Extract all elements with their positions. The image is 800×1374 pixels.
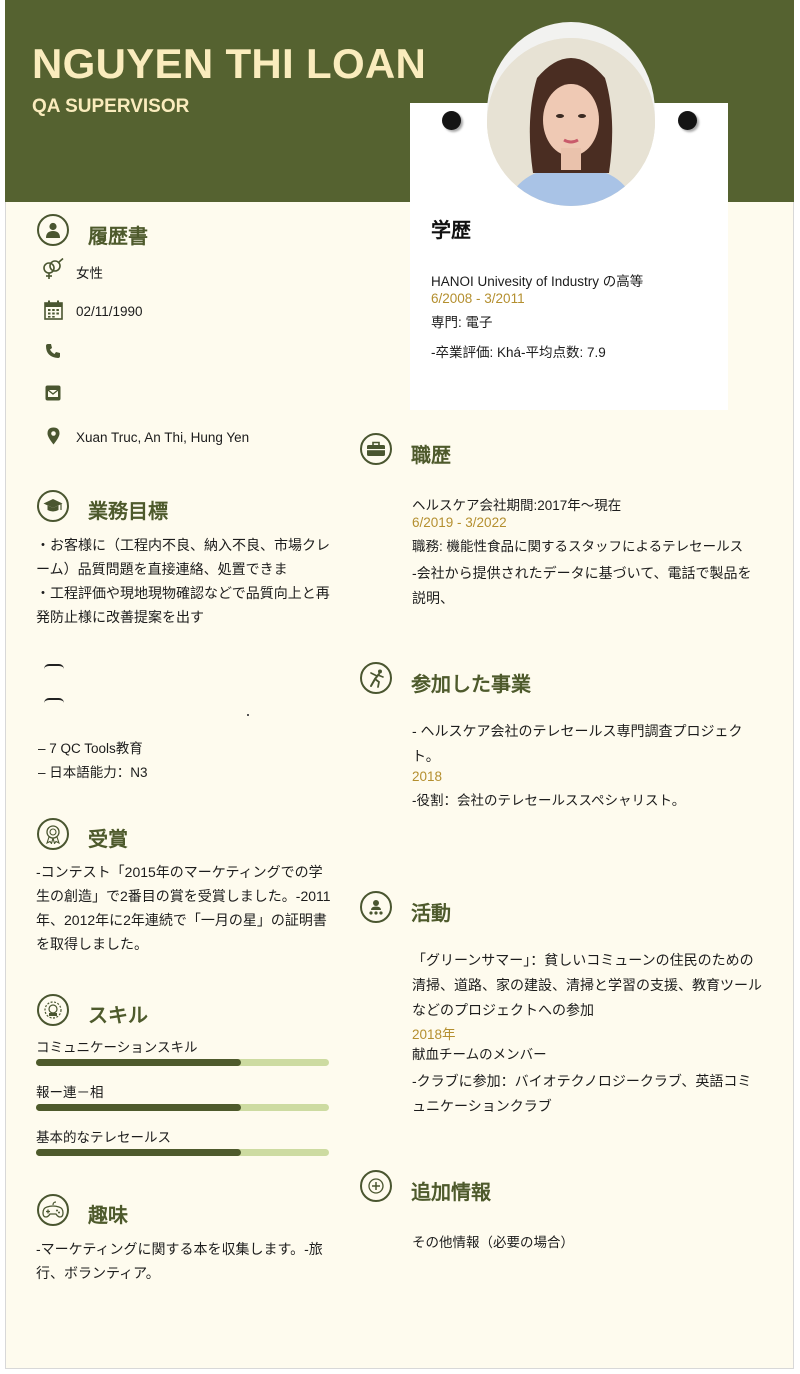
skill-bar-fill (36, 1059, 242, 1066)
skills-badge-icon (37, 994, 69, 1026)
awards-title: 受賞 (88, 829, 128, 851)
award-icon (37, 818, 69, 850)
activities-year: 2018年 (412, 1027, 456, 1042)
projects-role: -役割：会社のテレセールススペシャリスト。 (412, 793, 686, 808)
dot (247, 714, 249, 716)
skill-bar (36, 1059, 329, 1066)
hidden-section-icon (44, 698, 64, 703)
additional-text: その他情報（必要の場合） (412, 1235, 574, 1250)
experience-title: 職歴 (411, 445, 451, 467)
skill-bar-fill (36, 1104, 242, 1111)
user-icon (37, 214, 69, 246)
gender-icon (41, 257, 64, 279)
certificate-item: – 7 QC Tools教育 (38, 741, 143, 756)
activities-title: 活動 (411, 903, 451, 925)
hobbies-line: 行、ボランティア。 (36, 1265, 160, 1281)
objective-line: ーム）品質問題を直接連絡、処置できま (36, 561, 288, 577)
skill-bar (36, 1104, 329, 1111)
projects-title: 参加した事業 (411, 674, 531, 696)
education-dates: 6/2008 - 3/2011 (431, 291, 525, 306)
skill-bar-fill (36, 1149, 242, 1156)
projects-line: ト。 (412, 748, 440, 764)
education-school: HANOI Univesity of Industry の高等 (431, 274, 644, 289)
calendar-icon (44, 300, 64, 320)
projects-year: 2018 (412, 769, 443, 784)
objective-title: 業務目標 (88, 501, 168, 523)
activities-club-line: ュニケーションクラブ (412, 1098, 552, 1114)
education-major: 専門: 電子 (431, 315, 493, 330)
activities-line: 清掃、道路、家の建設、清掃と学習の支援、教育ツール (412, 977, 762, 993)
objective-line: ・お客様に（工程内不良、納入不良、市場クレ (36, 537, 330, 553)
awards-line: 生の創造」で2番目の賞を受賞しました。-2011 (36, 888, 331, 904)
awards-line: -コンテスト「2015年のマーケティングでの学 (36, 864, 323, 880)
skill-label: コミュニケーションスキル (36, 1040, 198, 1055)
activities-line: 「グリーンサマー」：貧しいコミューンの住民のための (412, 952, 754, 968)
stretching-person-icon (360, 662, 392, 694)
job-title: QA SUPERVISOR (32, 96, 190, 117)
education-grade: -卒業評価: Khá-平均点数: 7.9 (431, 345, 606, 360)
activities-club-line: -クラブに参加：バイオテクノロジークラブ、英語コミ (412, 1073, 752, 1089)
gender-value: 女性 (76, 266, 103, 281)
hidden-section-icon (44, 664, 64, 669)
activities-line: などのプロジェクトへの参加 (412, 1002, 594, 1018)
phone-icon (45, 343, 65, 363)
skill-bar (36, 1149, 329, 1156)
plus-circle-icon (360, 1170, 392, 1202)
additional-title: 追加情報 (411, 1182, 491, 1204)
pin-icon (442, 111, 461, 130)
awards-line: を取得しました。 (36, 936, 148, 952)
candidate-name: NGUYEN THI LOAN (32, 40, 427, 87)
experience-position: 職務: 機能性食品に関するスタッフによるテレセールス (412, 539, 744, 554)
experience-dates: 6/2019 - 3/2022 (412, 515, 507, 530)
awards-line: 年、2012年に2年連続で「一月の星」の証明書 (36, 912, 327, 928)
projects-line: - ヘルスケア会社のテレセールス専門調査プロジェク (412, 723, 743, 739)
address-value: Xuan Truc, An Thi, Hung Yen (76, 430, 250, 445)
objective-line: 発防止様に改善提案を出す (36, 609, 204, 625)
team-icon (360, 891, 392, 923)
birthdate-value: 02/11/1990 (76, 304, 143, 319)
graduation-cap-icon (37, 490, 69, 522)
email-icon (45, 385, 65, 405)
pin-icon (678, 111, 697, 130)
profile-photo (487, 38, 655, 206)
personal-title: 履歴書 (88, 226, 148, 248)
education-title: 学歴 (431, 220, 471, 242)
hobbies-title: 趣味 (88, 1205, 128, 1227)
briefcase-icon (360, 433, 392, 465)
skill-label: 報ー連－相 (36, 1085, 104, 1100)
experience-company: ヘルスケア会社期間:2017年～現在 (412, 498, 622, 513)
experience-desc-line: 説明、 (412, 590, 454, 606)
certificate-item: – 日本語能力：N3 (38, 765, 148, 780)
hobbies-line: -マーケティングに関する本を収集します。-旅 (36, 1241, 323, 1257)
location-icon (47, 427, 67, 447)
skills-title: スキル (88, 1005, 148, 1027)
gamepad-icon (37, 1194, 69, 1226)
skill-label: 基本的なテレセールス (36, 1130, 171, 1145)
experience-desc-line: -会社から提供されたデータに基づいて、電話で製品を (412, 565, 752, 581)
objective-line: ・工程評価や現地現物確認などで品質向上と再 (36, 585, 330, 601)
activities-member: 献血チームのメンバー (412, 1047, 547, 1062)
